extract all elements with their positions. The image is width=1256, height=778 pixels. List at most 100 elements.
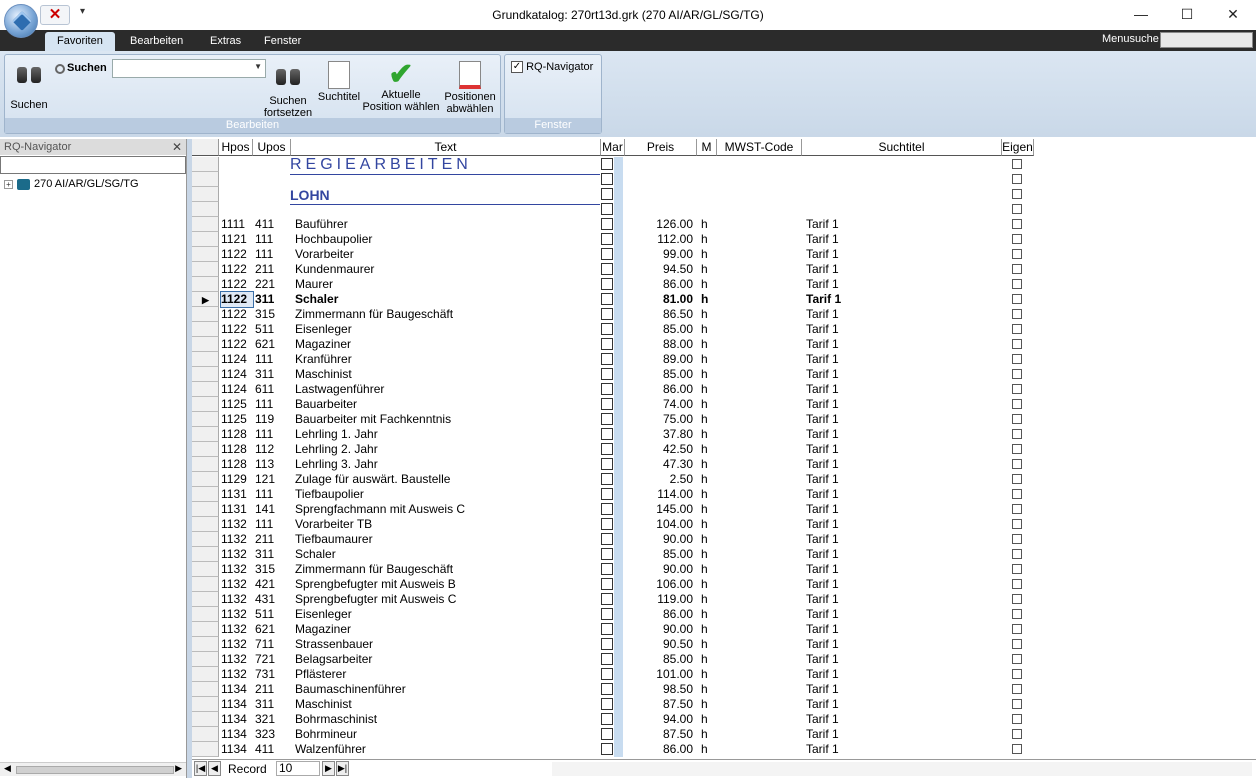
navigator-filter-input[interactable] [0,156,186,174]
mark-checkbox[interactable] [601,727,624,742]
mark-checkbox[interactable] [601,547,624,562]
mark-checkbox[interactable] [601,187,624,202]
minimize-button[interactable]: — [1118,0,1164,28]
header-text[interactable]: Text [291,139,601,156]
mark-checkbox[interactable] [601,487,624,502]
row-indicator[interactable] [192,412,219,427]
close-button[interactable]: ✕ [1210,0,1256,28]
row-indicator[interactable] [192,427,219,442]
mark-checkbox[interactable] [601,667,624,682]
row-indicator[interactable] [192,172,219,187]
row-indicator[interactable] [192,202,219,217]
row-indicator[interactable] [192,697,219,712]
scroll-left-icon[interactable]: ◀ [4,763,11,774]
row-indicator[interactable]: ▶ [192,292,219,307]
row-indicator[interactable] [192,307,219,322]
mark-checkbox[interactable] [601,577,624,592]
table-row[interactable]: 1134 323 Bohrmineur 87.50 h Tarif 1 [192,727,1034,742]
row-indicator[interactable] [192,742,219,757]
mark-checkbox[interactable] [601,292,624,307]
table-row[interactable]: 1132 421 Sprengbefugter mit Ausweis B 106.0… [192,577,1034,592]
table-row[interactable]: ▶ 1122 311 Schaler 81.00 h Tarif 1 [192,291,1034,308]
table-row[interactable]: 1132 721 Belagsarbeiter 85.00 h Tarif 1 [192,652,1034,667]
header-preis[interactable]: Preis [625,139,697,156]
tab-favoriten[interactable]: Favoriten [45,32,115,51]
row-indicator[interactable] [192,487,219,502]
close-catalog-icon[interactable]: ✕ [40,5,70,25]
mark-checkbox[interactable] [601,472,624,487]
mark-checkbox[interactable] [601,277,624,292]
rq-navigator-toggle[interactable]: ✓ RQ-Navigator [511,61,593,74]
table-row[interactable]: 1122 621 Magaziner 88.00 h Tarif 1 [192,337,1034,352]
mark-checkbox[interactable] [601,217,624,232]
table-row[interactable]: 1134 411 Walzenführer 86.00 h Tarif 1 [192,742,1034,757]
mark-checkbox[interactable] [601,352,624,367]
mark-checkbox[interactable] [601,262,624,277]
table-row[interactable]: 1132 211 Tiefbaumaurer 90.00 h Tarif 1 [192,532,1034,547]
prev-record-icon[interactable]: ◀ [208,761,221,776]
mark-checkbox[interactable] [601,517,624,532]
mark-checkbox[interactable] [601,562,624,577]
row-indicator[interactable] [192,607,219,622]
row-indicator[interactable] [192,472,219,487]
mark-checkbox[interactable] [601,637,624,652]
record-number-input[interactable]: 10 [276,761,320,776]
table-row[interactable]: 1134 211 Baumaschinenführer 98.50 h Tarif 1 [192,682,1034,697]
mark-checkbox[interactable] [601,247,624,262]
row-indicator[interactable] [192,712,219,727]
table-row[interactable]: 1122 211 Kundenmaurer 94.50 h Tarif 1 [192,262,1034,277]
row-indicator[interactable] [192,577,219,592]
row-indicator[interactable] [192,322,219,337]
app-menu-orb[interactable] [4,4,38,38]
row-indicator[interactable] [192,622,219,637]
mark-checkbox[interactable] [601,382,624,397]
scroll-right-icon[interactable]: ▶ [175,763,182,774]
quick-access-dropdown-icon[interactable]: ▾ [80,6,85,17]
mark-checkbox[interactable] [601,532,624,547]
row-indicator[interactable] [192,727,219,742]
mark-checkbox[interactable] [601,157,624,172]
header-m[interactable]: M [697,139,717,156]
close-icon[interactable]: ✕ [172,139,182,155]
table-row[interactable]: 1128 112 Lehrling 2. Jahr 42.50 h Tarif 1 [192,442,1034,457]
suchen-button[interactable]: Suchen [7,59,51,111]
row-indicator[interactable] [192,217,219,232]
row-indicator[interactable] [192,337,219,352]
mark-checkbox[interactable] [601,442,624,457]
row-indicator[interactable] [192,232,219,247]
search-combo[interactable]: ▼ [112,59,266,78]
first-record-icon[interactable]: |◀ [194,761,207,776]
table-row[interactable]: 1124 311 Maschinist 85.00 h Tarif 1 [192,367,1034,382]
table-row[interactable]: 1131 111 Tiefbaupolier 114.00 h Tarif 1 [192,487,1034,502]
tab-extras[interactable]: Extras [198,32,253,51]
mark-checkbox[interactable] [601,607,624,622]
mark-checkbox[interactable] [601,337,624,352]
header-suchtitel[interactable]: Suchtitel [802,139,1002,156]
row-indicator[interactable] [192,547,219,562]
row-indicator[interactable] [192,352,219,367]
row-indicator[interactable] [192,502,219,517]
row-indicator[interactable] [192,562,219,577]
mark-checkbox[interactable] [601,202,624,217]
next-record-icon[interactable]: ▶ [322,761,335,776]
mark-checkbox[interactable] [601,427,624,442]
header-mar[interactable]: Mar [601,139,625,156]
mark-checkbox[interactable] [601,502,624,517]
row-indicator[interactable] [192,532,219,547]
table-row[interactable]: 1111 411 Bauführer 126.00 h Tarif 1 [192,217,1034,232]
mark-checkbox[interactable] [601,307,624,322]
row-indicator[interactable] [192,262,219,277]
header-eigen[interactable]: Eigen [1002,139,1034,156]
mark-checkbox[interactable] [601,622,624,637]
menu-search-input[interactable] [1160,32,1253,48]
table-row[interactable]: 1132 511 Eisenleger 86.00 h Tarif 1 [192,607,1034,622]
mark-checkbox[interactable] [601,367,624,382]
row-indicator[interactable] [192,517,219,532]
row-indicator[interactable] [192,442,219,457]
table-row[interactable]: 1132 731 Pflästerer 101.00 h Tarif 1 [192,667,1034,682]
mark-checkbox[interactable] [601,697,624,712]
table-row[interactable]: 1132 111 Vorarbeiter TB 104.00 h Tarif 1 [192,517,1034,532]
row-indicator[interactable] [192,652,219,667]
table-row[interactable]: 1129 121 Zulage für auswärt. Baustelle 2.50… [192,472,1034,487]
row-indicator[interactable] [192,667,219,682]
